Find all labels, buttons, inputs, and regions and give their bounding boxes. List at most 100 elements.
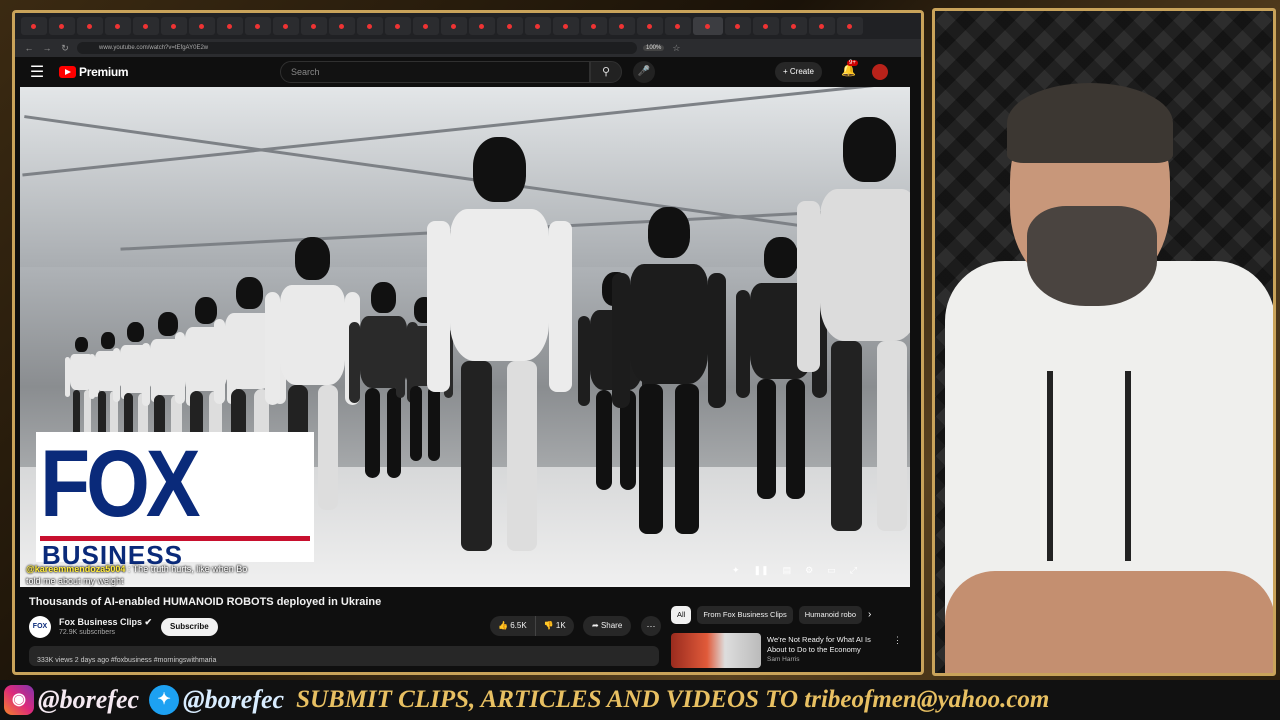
recommendation-channel[interactable]: Sam Harris xyxy=(767,656,800,663)
browser-tab[interactable] xyxy=(21,17,47,35)
tab-favicon-icon xyxy=(86,23,92,29)
browser-tab[interactable] xyxy=(413,17,439,35)
video-progress-bar[interactable] xyxy=(20,585,910,587)
tab-favicon-icon xyxy=(254,23,260,29)
search-icon[interactable]: ⚲ xyxy=(590,61,622,83)
chip-humanoid-robots[interactable]: Humanoid robo xyxy=(798,606,862,624)
channel-name[interactable]: Fox Business Clips ✔ xyxy=(59,617,152,628)
share-button[interactable]: ➦ Share xyxy=(583,616,632,636)
browser-tab[interactable] xyxy=(161,17,187,35)
browser-tab[interactable] xyxy=(809,17,835,35)
sparkle-icon[interactable]: ✦ xyxy=(732,565,740,583)
browser-tab[interactable] xyxy=(781,17,807,35)
tab-favicon-icon xyxy=(762,23,768,29)
browser-tab[interactable] xyxy=(105,17,131,35)
tab-favicon-icon xyxy=(846,23,852,29)
bottom-banner: ◉ @borefec ✦ @borefec SUBMIT CLIPS, ARTI… xyxy=(0,680,1280,720)
youtube-header: ☰ Premium Search ⚲ 🎤 + Create 🔔 9+ xyxy=(15,57,921,87)
tab-favicon-icon xyxy=(142,23,148,29)
browser-tab[interactable] xyxy=(273,17,299,35)
tab-favicon-icon xyxy=(366,23,372,29)
browser-tab[interactable] xyxy=(753,17,779,35)
notification-badge: 9+ xyxy=(847,60,858,66)
instagram-handle-group: ◉ @borefec xyxy=(4,680,139,720)
more-actions-icon[interactable]: ⋯ xyxy=(641,616,661,636)
browser-tab[interactable] xyxy=(665,17,691,35)
recommendation-thumbnail[interactable] xyxy=(671,633,761,668)
tab-favicon-icon xyxy=(114,23,120,29)
browser-tab[interactable] xyxy=(693,17,723,35)
reload-icon[interactable]: ↻ xyxy=(59,43,71,54)
premium-label: Premium xyxy=(79,65,129,79)
recommendation-more-icon[interactable]: ⋮ xyxy=(893,635,902,646)
browser-tab[interactable] xyxy=(441,17,467,35)
chevron-right-icon[interactable]: › xyxy=(868,606,871,624)
browser-tab[interactable] xyxy=(837,17,863,35)
browser-tab[interactable] xyxy=(385,17,411,35)
browser-tab[interactable] xyxy=(581,17,607,35)
tab-favicon-icon xyxy=(478,23,484,29)
settings-gear-icon[interactable]: ⚙ xyxy=(805,565,813,583)
youtube-logo[interactable]: Premium xyxy=(59,65,129,79)
fullscreen-icon[interactable]: ⤢ xyxy=(850,565,857,583)
tab-favicon-icon xyxy=(818,23,824,29)
tab-favicon-icon xyxy=(562,23,568,29)
browser-tab[interactable] xyxy=(133,17,159,35)
browser-tab[interactable] xyxy=(525,17,551,35)
browser-tab[interactable] xyxy=(637,17,663,35)
twitter-handle-group: ✦ @borefec xyxy=(149,680,284,720)
url-field[interactable]: www.youtube.com/watch?v=tEfgAY0E2w xyxy=(77,42,637,54)
bookmark-star-icon[interactable]: ☆ xyxy=(670,43,682,54)
microphone-icon[interactable]: 🎤 xyxy=(633,61,655,83)
youtube-play-icon xyxy=(59,66,76,78)
hamburger-menu-icon[interactable]: ☰ xyxy=(15,62,59,82)
twitter-handle: @borefec xyxy=(183,685,285,714)
like-button[interactable]: 👍 6.5K xyxy=(490,616,536,636)
browser-tab[interactable] xyxy=(553,17,579,35)
browser-tab[interactable] xyxy=(357,17,383,35)
browser-tab[interactable] xyxy=(301,17,327,35)
channel-avatar[interactable]: FOX xyxy=(29,616,51,638)
subscribe-button[interactable]: Subscribe xyxy=(161,618,218,636)
forward-icon[interactable]: → xyxy=(41,43,53,53)
zoom-indicator[interactable]: 100% xyxy=(643,45,665,51)
browser-tab[interactable] xyxy=(329,17,355,35)
browser-tab[interactable] xyxy=(469,17,495,35)
create-button[interactable]: + Create xyxy=(775,62,822,82)
chat-message: The truth hurts, like when Bo xyxy=(132,564,248,574)
account-avatar[interactable] xyxy=(872,64,888,80)
browser-tab[interactable] xyxy=(217,17,243,35)
theater-mode-icon[interactable]: ▭ xyxy=(827,565,836,583)
instagram-handle: @borefec xyxy=(38,685,140,714)
browser-tab[interactable] xyxy=(609,17,635,35)
tab-favicon-icon xyxy=(394,23,400,29)
dislike-button[interactable]: 👎 1K xyxy=(536,616,574,636)
search-input[interactable]: Search xyxy=(280,61,590,83)
video-player[interactable]: FOX BUSINESS @kareemmendoza5004 : The tr… xyxy=(20,87,910,587)
recommendation-title[interactable]: We're Not Ready for What AI Is About to … xyxy=(767,635,887,655)
chip-all[interactable]: All xyxy=(671,606,692,624)
tab-favicon-icon xyxy=(170,23,176,29)
tab-favicon-icon xyxy=(198,23,204,29)
instagram-icon: ◉ xyxy=(4,685,34,715)
share-icon: ➦ xyxy=(592,621,599,630)
browser-tab[interactable] xyxy=(189,17,215,35)
create-label: Create xyxy=(789,67,814,76)
browser-tab[interactable] xyxy=(497,17,523,35)
back-icon[interactable]: ← xyxy=(23,43,35,53)
description-box[interactable]: 333K views 2 days ago #foxbusiness #morn… xyxy=(29,646,659,666)
browser-tab[interactable] xyxy=(725,17,751,35)
twitter-bird-icon: ✦ xyxy=(149,685,180,715)
tab-strip xyxy=(15,13,921,39)
tab-favicon-icon xyxy=(30,23,36,29)
browser-tab[interactable] xyxy=(77,17,103,35)
browser-tab[interactable] xyxy=(245,17,271,35)
tab-favicon-icon xyxy=(310,23,316,29)
chip-from-channel[interactable]: From Fox Business Clips xyxy=(697,606,793,624)
thumbs-down-icon: 👎 xyxy=(543,621,554,630)
browser-tab[interactable] xyxy=(49,17,75,35)
captions-icon[interactable]: ▤ xyxy=(783,565,792,583)
subscriber-count: 72.9K subscribers xyxy=(59,629,116,636)
browser-window: ← → ↻ www.youtube.com/watch?v=tEfgAY0E2w… xyxy=(12,10,924,675)
pause-icon[interactable]: ❚❚ xyxy=(754,565,769,583)
